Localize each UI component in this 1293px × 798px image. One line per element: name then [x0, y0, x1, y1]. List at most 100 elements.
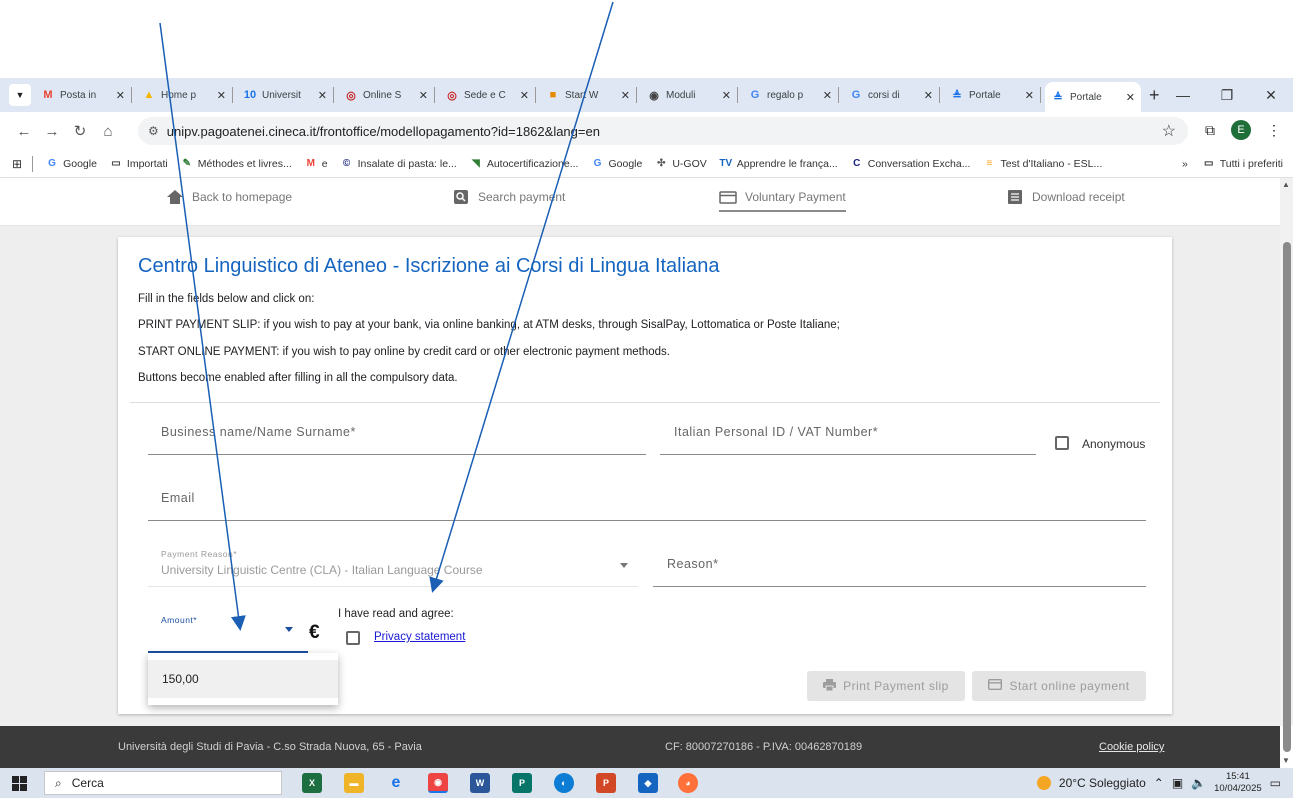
bookmark-item[interactable]: TV Apprendre le frança... — [719, 157, 837, 171]
close-tab-icon[interactable]: ✕ — [217, 89, 226, 102]
cookie-policy-link[interactable]: Cookie policy — [1099, 741, 1164, 753]
bookmark-item[interactable]: G Google — [45, 157, 97, 171]
browser-tab[interactable]: ◎ Online S ✕ — [338, 82, 434, 108]
chevron-down-icon[interactable] — [285, 627, 293, 632]
teams-icon[interactable]: ◆ — [638, 773, 658, 793]
instruction-line: START ONLINE PAYMENT: if you wish to pay… — [138, 346, 670, 358]
browser-tab[interactable]: 10 Universit ✕ — [237, 82, 333, 108]
browser-tab[interactable]: ≜ Portale ✕ — [944, 82, 1040, 108]
browser-menu-icon[interactable]: ⋮ — [1267, 122, 1281, 139]
bookmark-item[interactable]: C Conversation Excha... — [850, 157, 971, 171]
browser-tab[interactable]: M Posta in ✕ — [35, 82, 131, 108]
forward-arrow-icon[interactable]: → — [38, 123, 66, 140]
privacy-statement-link[interactable]: Privacy statement — [374, 631, 465, 643]
close-tab-icon[interactable]: ✕ — [520, 89, 529, 102]
bookmark-item[interactable]: ✣ U-GOV — [654, 157, 707, 171]
url-input[interactable]: ⚙ unipv.pagoatenei.cineca.it/frontoffice… — [138, 117, 1188, 145]
taskbar-search-input[interactable]: ⌕ Cerca — [44, 771, 282, 795]
amount-option[interactable]: 150,00 — [148, 660, 338, 698]
browser-tab[interactable]: ◉ Moduli ✕ — [641, 82, 737, 108]
bookmark-item[interactable]: Me — [304, 157, 328, 171]
print-payment-slip-button[interactable]: Print Payment slip — [807, 671, 965, 701]
tab-label: Portale — [1070, 91, 1102, 103]
edge-legacy-icon[interactable]: e — [386, 773, 406, 793]
privacy-checkbox[interactable] — [346, 631, 360, 645]
profile-avatar[interactable]: E — [1231, 120, 1251, 140]
bookmark-item[interactable]: © Insalate di pasta: le... — [340, 157, 457, 171]
scroll-down-arrow-icon[interactable]: ▼ — [1282, 756, 1290, 765]
bookmark-star-icon[interactable]: ☆ — [1162, 121, 1176, 141]
reload-icon[interactable]: ↻ — [66, 122, 94, 140]
apps-grid-icon[interactable]: ⊞ — [12, 157, 22, 171]
minimize-icon[interactable]: — — [1161, 78, 1205, 112]
browser-tab[interactable]: ▲ Home p ✕ — [136, 82, 232, 108]
close-tab-icon[interactable]: ✕ — [419, 89, 428, 102]
site-settings-icon[interactable]: ⚙ — [148, 124, 159, 138]
google-icon: G — [593, 158, 602, 169]
close-tab-icon[interactable]: ✕ — [722, 89, 731, 102]
extensions-icon[interactable]: ⧉ — [1205, 122, 1215, 139]
browser-tab[interactable]: Gregalo p ✕ — [742, 82, 838, 108]
home-icon[interactable]: ⌂ — [94, 123, 122, 140]
windows-start-icon[interactable] — [12, 776, 27, 791]
browser-tab[interactable]: Gcorsi di ✕ — [843, 82, 939, 108]
nav-search-payment[interactable]: Search payment — [452, 190, 565, 204]
nav-download-receipt[interactable]: Download receipt — [1006, 190, 1125, 204]
close-tab-icon[interactable]: ✕ — [1126, 91, 1135, 104]
nav-search-label: Search payment — [478, 190, 566, 204]
firefox-icon[interactable]: ◕ — [678, 773, 698, 793]
bookmark-separator — [32, 155, 34, 172]
date: 10/04/2025 — [1214, 783, 1262, 794]
powerpoint-icon[interactable]: P — [596, 773, 616, 793]
nav-back-to-homepage[interactable]: Back to homepage — [166, 190, 292, 204]
word-icon[interactable]: W — [470, 773, 490, 793]
bookmark-label: Insalate di pasta: le... — [357, 157, 457, 170]
close-tab-icon[interactable]: ✕ — [1025, 89, 1034, 102]
scroll-up-arrow-icon[interactable]: ▲ — [1282, 180, 1290, 189]
weather-text[interactable]: 20°C Soleggiato — [1059, 776, 1146, 790]
tab-separator — [333, 87, 334, 103]
nav-voluntary-payment[interactable]: Voluntary Payment — [719, 190, 846, 212]
browser-tab[interactable]: ■ Start W ✕ — [540, 82, 636, 108]
tab-search-chevron-icon[interactable]: ▼ — [9, 84, 31, 106]
more-bookmarks-button[interactable]: » — [1182, 158, 1188, 170]
chevron-down-icon — [620, 563, 628, 568]
bookmark-label: Conversation Excha... — [867, 157, 971, 170]
anonymous-checkbox[interactable] — [1055, 436, 1069, 450]
edge-icon[interactable]: ◐ — [554, 773, 574, 793]
volume-icon[interactable]: 🔈 — [1191, 776, 1206, 790]
close-tab-icon[interactable]: ✕ — [621, 89, 630, 102]
clock[interactable]: 15:41 10/04/2025 — [1214, 771, 1262, 795]
excel-icon[interactable]: X — [302, 773, 322, 793]
printer-icon — [823, 678, 837, 694]
browser-tab[interactable]: ◎ Sede e C ✕ — [439, 82, 535, 108]
tab-label: Start W — [565, 89, 599, 101]
page-scrollbar[interactable]: ▲ ▼ — [1280, 178, 1293, 765]
notifications-icon[interactable]: ▭ — [1270, 776, 1281, 790]
bookmark-item[interactable]: ◥ Autocertificazione... — [469, 157, 579, 171]
bookmark-item[interactable]: G Google — [590, 157, 643, 171]
close-tab-icon[interactable]: ✕ — [318, 89, 327, 102]
bookmark-item[interactable]: ✎ Méthodes et livres... — [180, 157, 292, 171]
instruction-line: Buttons become enabled after filling in … — [138, 372, 458, 384]
scrollbar-thumb[interactable] — [1283, 242, 1291, 752]
all-bookmarks-folder[interactable]: ▭ Tutti i preferiti — [1202, 157, 1283, 171]
new-tab-button[interactable]: + — [1149, 85, 1160, 106]
chevron-up-icon[interactable]: ⌃ — [1154, 776, 1164, 790]
chrome-icon[interactable]: ◉ — [428, 773, 448, 793]
calendar-icon: 10 — [243, 89, 257, 101]
back-arrow-icon[interactable]: ← — [10, 123, 38, 140]
browser-tab-active[interactable]: ≜ Portale ✕ — [1045, 82, 1141, 112]
close-window-icon[interactable]: ✕ — [1249, 78, 1293, 112]
close-tab-icon[interactable]: ✕ — [823, 89, 832, 102]
file-explorer-icon[interactable]: ▬ — [344, 773, 364, 793]
publisher-icon[interactable]: P — [512, 773, 532, 793]
time: 15:41 — [1225, 771, 1250, 782]
close-tab-icon[interactable]: ✕ — [924, 89, 933, 102]
network-icon[interactable]: ▣ — [1172, 776, 1183, 790]
bookmark-item[interactable]: ▭ Importati — [109, 157, 168, 171]
bookmark-item[interactable]: ≡ Test d'Italiano - ESL... — [982, 157, 1103, 171]
start-online-payment-button[interactable]: Start online payment — [972, 671, 1146, 701]
restore-icon[interactable]: ❐ — [1205, 78, 1249, 112]
close-tab-icon[interactable]: ✕ — [116, 89, 125, 102]
